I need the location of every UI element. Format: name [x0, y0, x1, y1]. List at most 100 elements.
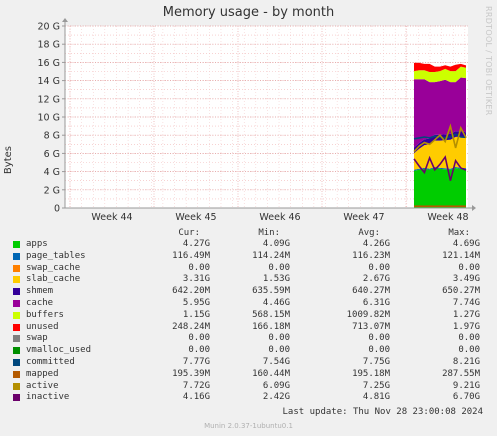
legend-swatch	[13, 370, 20, 378]
legend-name: active	[26, 380, 59, 391]
y-tick-label: 6 G	[44, 149, 60, 160]
legend-min-value: 0.00	[268, 262, 290, 273]
x-axis-arrow	[472, 205, 476, 211]
legend-min-value: 635.59M	[252, 286, 290, 297]
legend-avg-value: 4.81G	[362, 392, 390, 403]
legend-row-inactive: inactive 4.16G 2.42G 4.81G 6.70G	[10, 392, 490, 404]
legend-swatch	[13, 276, 20, 284]
legend-max-value: 3.49G	[452, 274, 480, 285]
legend-cur-value: 5.95G	[182, 297, 210, 308]
legend-min-value: 2.42G	[262, 392, 290, 403]
y-tick-label: 8 G	[44, 131, 60, 142]
legend-avg-value: 6.31G	[362, 297, 390, 308]
legend-row-swap-cache: swap_cache 0.00 0.00 0.00 0.00	[10, 263, 490, 275]
legend-min-value: 114.24M	[252, 250, 290, 261]
legend-swatch	[13, 288, 20, 296]
legend-swatch	[13, 394, 20, 402]
legend-min-value: 0.00	[268, 333, 290, 344]
legend-cur-value: 3.31G	[182, 274, 210, 285]
legend-max-value: 0.00	[458, 345, 480, 356]
legend-min-value: 568.15M	[252, 309, 290, 320]
legend-min-value: 166.18M	[252, 321, 290, 332]
legend-min-value: 7.54G	[262, 356, 290, 367]
legend-swatch	[13, 382, 20, 390]
legend-cur-value: 642.20M	[172, 286, 210, 297]
x-tick-label: Week 46	[259, 212, 300, 223]
legend-name: shmem	[26, 286, 54, 297]
legend-max-value: 650.27M	[442, 286, 480, 297]
legend-max-value: 287.55M	[442, 368, 480, 379]
munin-version: Munin 2.0.37-1ubuntu0.1	[204, 422, 293, 430]
legend-avg-value: 7.25G	[362, 380, 390, 391]
legend-header-min: Min:	[258, 228, 280, 238]
legend-min-value: 1.53G	[262, 274, 290, 285]
legend-row-cache: cache 5.95G 4.46G 6.31G 7.74G	[10, 298, 490, 310]
y-tick-label: 20 G	[38, 22, 60, 33]
legend-cur-value: 248.24M	[172, 321, 210, 332]
legend-min-value: 4.46G	[262, 297, 290, 308]
legend-avg-value: 0.00	[368, 345, 390, 356]
legend-name: swap_cache	[26, 262, 81, 273]
legend-avg-value: 4.26G	[362, 239, 390, 249]
y-tick-label: 18 G	[38, 40, 60, 51]
y-tick-label: 2 G	[44, 185, 60, 196]
legend-max-value: 7.74G	[452, 297, 480, 308]
x-tick-label: Week 48	[427, 212, 468, 223]
legend-swatch	[13, 358, 20, 366]
y-tick-label: 12 G	[38, 94, 60, 105]
legend-avg-value: 116.23M	[352, 250, 390, 261]
legend-row-slab-cache: slab_cache 3.31G 1.53G 2.67G 3.49G	[10, 274, 490, 286]
legend-max-value: 4.69G	[452, 239, 480, 249]
legend-max-value: 0.00	[458, 262, 480, 273]
legend-cur-value: 1.15G	[182, 309, 210, 320]
legend-avg-value: 7.75G	[362, 356, 390, 367]
legend-max-value: 1.97G	[452, 321, 480, 332]
legend-name: mapped	[26, 368, 59, 379]
legend-max-value: 0.00	[458, 333, 480, 344]
x-tick-label: Week 44	[91, 212, 132, 223]
legend-cur-value: 195.39M	[172, 368, 210, 379]
legend-swatch	[13, 323, 20, 331]
legend-swatch	[13, 299, 20, 307]
legend-name: committed	[26, 356, 75, 367]
y-tick-label: 0	[54, 204, 60, 215]
legend-cur-value: 116.49M	[172, 250, 210, 261]
legend-min-value: 4.09G	[262, 239, 290, 249]
legend-name: slab_cache	[26, 274, 81, 285]
legend-row-active: active 7.72G 6.09G 7.25G 9.21G	[10, 381, 490, 393]
legend-header-avg: Avg:	[358, 228, 380, 238]
legend-cur-value: 0.00	[188, 333, 210, 344]
legend-avg-value: 713.07M	[352, 321, 390, 332]
legend-avg-value: 1009.82M	[346, 309, 390, 320]
y-axis-arrow	[62, 18, 68, 22]
legend-table: apps 4.27G 4.09G 4.26G 4.69G page_tables 116.4…	[10, 239, 490, 404]
legend-name: vmalloc_used	[26, 345, 92, 356]
legend-cur-value: 7.77G	[182, 356, 210, 367]
legend-avg-value: 2.67G	[362, 274, 390, 285]
legend-swatch	[13, 311, 20, 319]
legend-row-vmalloc-used: vmalloc_used 0.00 0.00 0.00 0.00	[10, 345, 490, 357]
legend-cur-value: 0.00	[188, 262, 210, 273]
last-update: Last update: Thu Nov 28 23:00:08 2024	[282, 407, 483, 417]
legend-cur-value: 7.72G	[182, 380, 210, 391]
legend-name: buffers	[26, 309, 64, 320]
legend-max-value: 1.27G	[452, 309, 480, 320]
legend-min-value: 0.00	[268, 345, 290, 356]
legend-cur-value: 4.16G	[182, 392, 210, 403]
legend-avg-value: 0.00	[368, 262, 390, 273]
legend-row-apps: apps 4.27G 4.09G 4.26G 4.69G	[10, 239, 490, 251]
x-tick-label: Week 47	[343, 212, 384, 223]
legend-name: cache	[26, 297, 54, 308]
legend-header-cur: Cur:	[178, 228, 200, 238]
legend-row-page-tables: page_tables 116.49M 114.24M 116.23M 121.14M	[10, 251, 490, 263]
area-apps	[414, 168, 466, 208]
legend-avg-value: 195.18M	[352, 368, 390, 379]
legend-name: apps	[26, 239, 48, 249]
y-tick-label: 14 G	[38, 76, 60, 87]
legend-name: unused	[26, 321, 59, 332]
legend-max-value: 6.70G	[452, 392, 480, 403]
legend-name: page_tables	[26, 250, 86, 261]
y-tick-label: 16 G	[38, 58, 60, 69]
legend-cur-value: 0.00	[188, 345, 210, 356]
legend-min-value: 6.09G	[262, 380, 290, 391]
